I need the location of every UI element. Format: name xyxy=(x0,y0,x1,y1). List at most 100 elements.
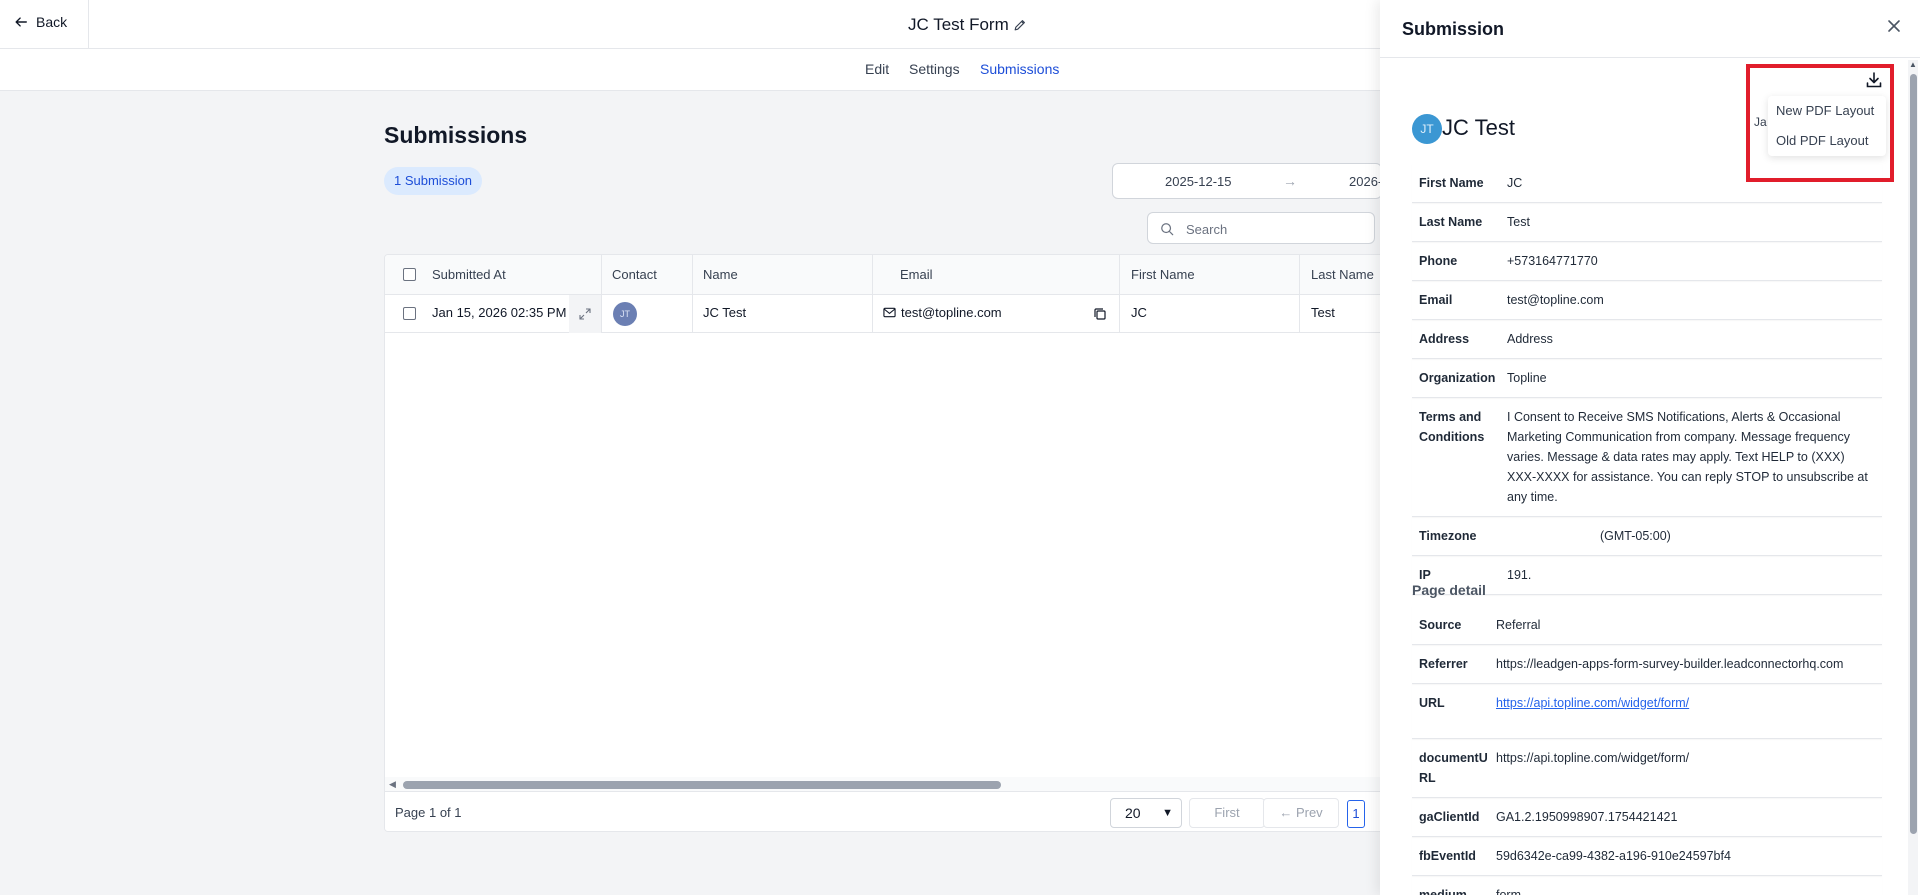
column-header-contact[interactable]: Contact xyxy=(612,267,657,282)
field-row: Email test@topline.com xyxy=(1412,281,1882,320)
detail-label: gaClientId xyxy=(1419,810,1480,824)
search-input[interactable] xyxy=(1186,219,1366,239)
back-button[interactable]: Back xyxy=(14,14,67,30)
field-label: Organization xyxy=(1419,371,1496,385)
scroll-left-arrow-icon[interactable]: ◀ xyxy=(389,779,396,790)
pencil-icon[interactable] xyxy=(1013,18,1027,32)
submissions-table: Submitted At Contact Name Email First Na… xyxy=(384,254,1384,832)
date-range-picker[interactable]: 2025-12-15 → 2026- xyxy=(1112,163,1382,199)
contact-avatar[interactable]: JT xyxy=(613,302,637,326)
page-details: Source Referral Referrer https://leadgen… xyxy=(1412,606,1882,895)
page-info: Page 1 of 1 xyxy=(395,805,462,820)
page-title: Submissions xyxy=(384,122,528,148)
url-link[interactable]: https://api.topline.com/widget/form/ xyxy=(1496,684,1882,738)
detail-value: 59d6342e-ca99-4382-a196-910e24597bf4 xyxy=(1496,849,1731,863)
form-title: JC Test Form xyxy=(908,15,1027,35)
arrow-right-icon: → xyxy=(1283,173,1297,189)
first-page-button[interactable]: First xyxy=(1189,798,1265,828)
page-size-value: 20 xyxy=(1125,805,1141,821)
page-number-button[interactable]: 1 xyxy=(1347,800,1365,828)
pagination: Page 1 of 1 20 ▼ First ← Prev 1 xyxy=(385,791,1383,831)
chevron-down-icon: ▼ xyxy=(1162,807,1173,819)
page-size-select[interactable]: 20 ▼ xyxy=(1110,798,1182,828)
date-end[interactable]: 2026- xyxy=(1349,174,1381,189)
detail-row: medium form xyxy=(1412,876,1882,895)
field-row: Organization Topline xyxy=(1412,359,1882,398)
field-value: +573164771770 xyxy=(1507,254,1598,268)
detail-label: Source xyxy=(1419,618,1462,632)
table-header: Submitted At Contact Name Email First Na… xyxy=(385,255,1383,295)
table-row[interactable]: Jan 15, 2026 02:35 PM JT JC Test test@to… xyxy=(385,295,1383,333)
scrollbar-thumb[interactable] xyxy=(403,781,1001,789)
field-value: JC xyxy=(1507,176,1523,190)
field-row: Terms and Conditions I Consent to Receiv… xyxy=(1412,398,1882,517)
column-header-first-name[interactable]: First Name xyxy=(1131,267,1195,282)
detail-label: fbEventId xyxy=(1419,849,1476,863)
back-label: Back xyxy=(36,14,68,30)
detail-row: gaClientId GA1.2.1950998907.1754421421 xyxy=(1412,798,1882,837)
detail-label: Referrer xyxy=(1419,657,1468,671)
submission-avatar: JT xyxy=(1412,114,1442,144)
field-label: Email xyxy=(1419,293,1453,307)
tab-submissions[interactable]: Submissions xyxy=(980,61,1059,77)
cell-name: JC Test xyxy=(703,305,747,320)
field-row: Phone +573164771770 xyxy=(1412,242,1882,281)
search-icon xyxy=(1161,223,1174,236)
column-header-email[interactable]: Email xyxy=(900,267,933,282)
detail-value: form xyxy=(1496,888,1521,895)
field-row: Timezone (GMT-05:00) xyxy=(1412,517,1882,556)
detail-label: medium xyxy=(1419,888,1467,895)
field-row: Address Address xyxy=(1412,320,1882,359)
scroll-up-arrow-icon[interactable]: ▲ xyxy=(1909,60,1917,69)
close-icon[interactable] xyxy=(1884,16,1904,36)
divider xyxy=(88,0,89,48)
detail-label: URL xyxy=(1419,696,1445,710)
prev-label: Prev xyxy=(1295,805,1323,820)
copy-icon[interactable] xyxy=(1093,307,1107,321)
select-all-checkbox[interactable] xyxy=(403,268,416,281)
submission-fields: First Name JC Last Name Test Phone +5731… xyxy=(1412,164,1882,595)
submission-count-badge: 1 Submission xyxy=(384,167,483,195)
field-value: Test xyxy=(1507,215,1530,229)
drawer-header: Submission xyxy=(1380,0,1920,58)
field-value: (GMT-05:00) xyxy=(1600,529,1671,543)
scrollbar-thumb[interactable] xyxy=(1910,74,1917,834)
detail-row: fbEventId 59d6342e-ca99-4382-a196-910e24… xyxy=(1412,837,1882,876)
tab-edit[interactable]: Edit xyxy=(865,61,889,77)
field-label: Terms and Conditions xyxy=(1419,410,1485,444)
column-header-last-name[interactable]: Last Name xyxy=(1311,267,1374,282)
email-text: test@topline.com xyxy=(901,305,1002,320)
detail-row: Referrer https://leadgen-apps-form-surve… xyxy=(1412,645,1882,684)
form-title-text: JC Test Form xyxy=(908,15,1009,34)
prev-page-button[interactable]: ← Prev xyxy=(1263,798,1339,828)
arrow-left-icon xyxy=(15,17,27,27)
field-value: test@topline.com xyxy=(1507,293,1604,307)
column-header-name[interactable]: Name xyxy=(703,267,738,282)
horizontal-scrollbar[interactable]: ◀ xyxy=(385,777,1383,791)
field-label: Timezone xyxy=(1419,529,1477,543)
field-value: I Consent to Receive SMS Notifications, … xyxy=(1507,410,1868,504)
drawer-title: Submission xyxy=(1402,19,1505,39)
field-label: Last Name xyxy=(1419,215,1483,229)
arrow-left-icon: ← xyxy=(1279,805,1293,820)
date-start[interactable]: 2025-12-15 xyxy=(1165,174,1232,189)
tab-settings[interactable]: Settings xyxy=(909,61,960,77)
column-header-submitted-at[interactable]: Submitted At xyxy=(432,267,506,282)
field-label: Address xyxy=(1419,332,1470,346)
cell-last-name: Test xyxy=(1311,305,1335,320)
expand-button[interactable] xyxy=(569,295,601,333)
cell-email: test@topline.com xyxy=(883,305,1002,320)
row-checkbox[interactable] xyxy=(403,307,416,320)
submission-drawer: Submission JT JC Test Ja New PDF Layout … xyxy=(1380,0,1920,895)
expand-icon xyxy=(579,308,591,320)
cell-submitted-at: Jan 15, 2026 02:35 PM xyxy=(432,305,567,320)
vertical-scrollbar[interactable]: ▲ xyxy=(1908,60,1918,895)
field-value: Address xyxy=(1507,332,1553,346)
field-value: Topline xyxy=(1507,371,1547,385)
search-box[interactable] xyxy=(1147,212,1375,244)
page-detail-heading: Page detail xyxy=(1412,582,1486,598)
detail-row: documentURL https://api.topline.com/widg… xyxy=(1412,739,1882,798)
field-label: First Name xyxy=(1419,176,1484,190)
detail-value: GA1.2.1950998907.1754421421 xyxy=(1496,810,1678,824)
field-row: First Name JC xyxy=(1412,164,1882,203)
